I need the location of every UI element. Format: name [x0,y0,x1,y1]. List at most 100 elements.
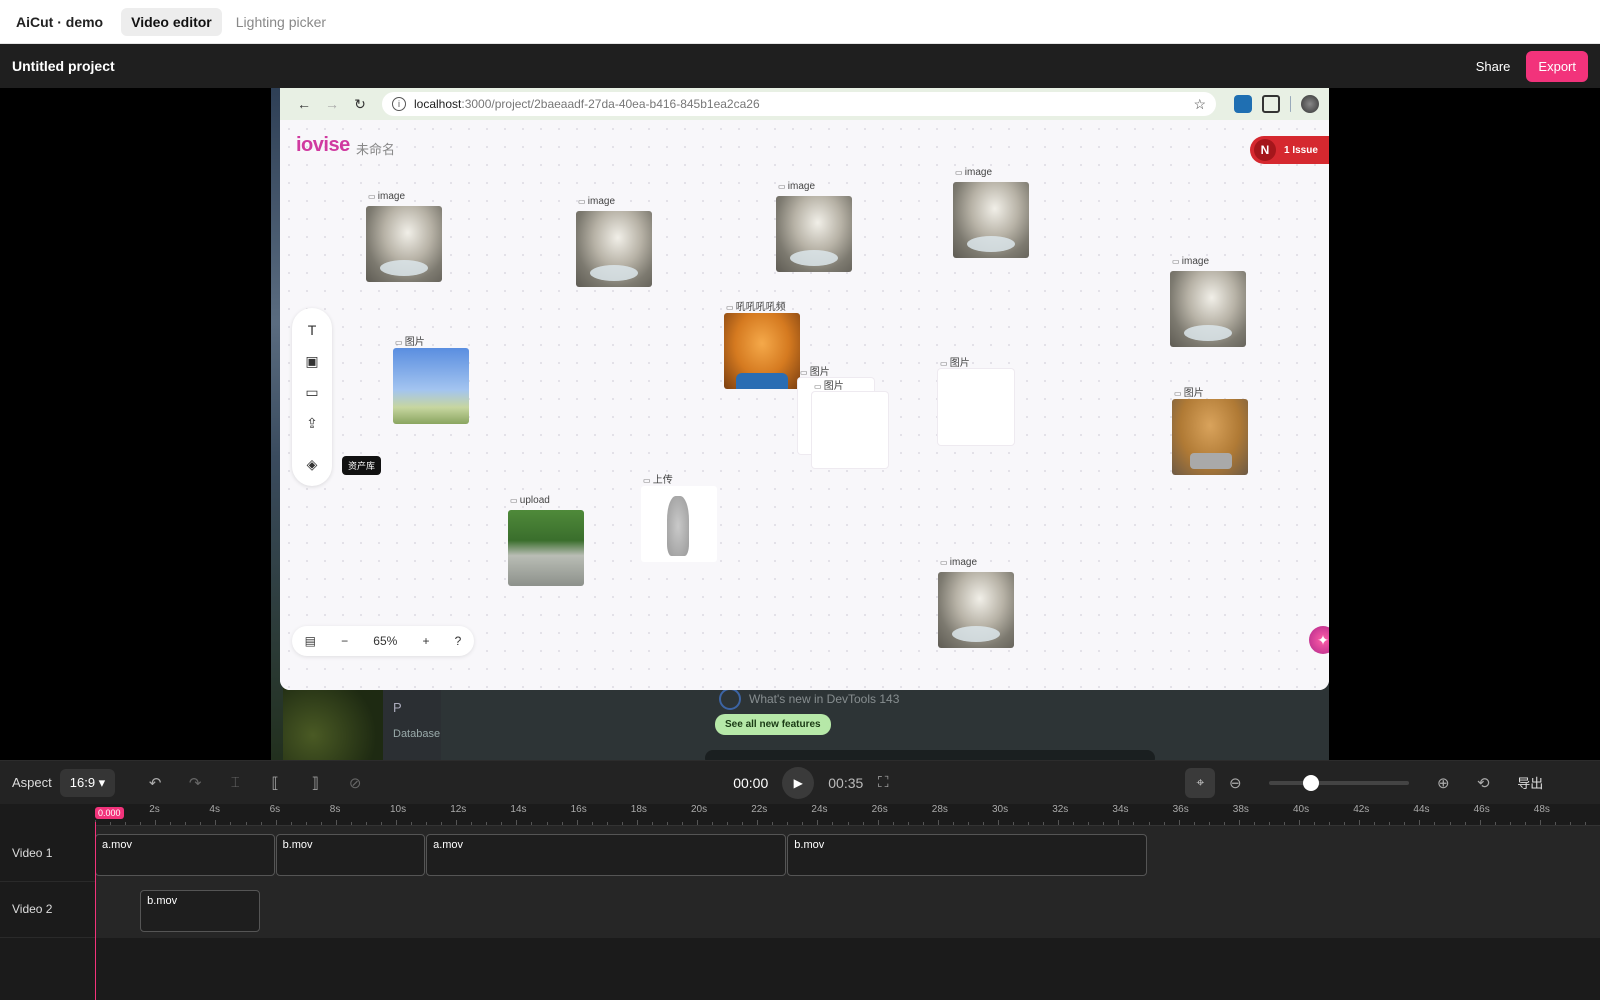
canvas-node[interactable]: image [938,557,1014,648]
canvas-node[interactable]: 上传 [641,475,717,562]
node-thumbnail[interactable] [576,211,652,287]
canvas-node[interactable]: upload [508,495,584,586]
ruler-minor-tick [1163,822,1165,825]
ruler-minor-tick [486,822,488,825]
slider-knob[interactable] [1303,774,1320,791]
time-ruler[interactable]: 2s 4s 6s 8s 10s 12s 14s 16s 18s 20s 22s 24s 26s 28s 30… [95,804,1600,826]
document-name[interactable]: 未命名 [356,139,395,158]
ruler-minor-tick [742,822,744,825]
ruler-minor-tick [456,820,458,825]
site-info-icon[interactable]: i [392,97,406,111]
ruler-minor-tick [787,822,789,825]
project-title[interactable]: Untitled project [12,58,1476,74]
zoom-out-icon[interactable]: ⊖ [1215,774,1255,792]
ruler-minor-tick [727,822,729,825]
canvas-node[interactable]: image [1170,256,1246,347]
text-tool-icon[interactable]: T [302,320,322,340]
bookmark-star-icon[interactable]: ☆ [1193,96,1206,113]
ai-assistant-icon[interactable]: ✦ [1309,626,1329,654]
ruler-minor-tick [471,822,473,825]
playhead-time[interactable]: 0.000 [95,807,124,819]
timeline-clip[interactable]: a.mov [95,834,275,876]
track-lane[interactable] [95,882,1600,938]
canvas-node[interactable]: image [576,196,652,287]
canvas-node[interactable]: 吼吼吼吼频 [724,302,800,389]
image-tool-icon[interactable]: ▣ [302,351,322,371]
board-canvas[interactable]: iovise 未命名 N 1 Issue image image image imag… [280,120,1329,690]
timeline-clip[interactable]: b.mov [275,834,426,876]
node-thumbnail[interactable] [1172,399,1248,475]
canvas-node[interactable]: image [366,191,442,282]
asset-library-tooltip: 资产库 [342,456,382,475]
ruler-minor-tick [350,822,352,825]
share-button[interactable]: Share [1476,59,1511,74]
canvas-node[interactable]: 图片 [812,381,888,468]
canvas-node[interactable]: image [953,167,1029,258]
ruler-tick-label: 30s [992,804,1009,815]
ruler-minor-tick [576,820,578,825]
node-thumbnail[interactable] [953,182,1029,258]
reset-zoom-icon[interactable]: ⟲ [1463,774,1503,792]
extension-react-icon[interactable] [1234,95,1252,113]
node-label: 上传 [643,471,673,486]
export-cn-button[interactable]: 导出 [1517,773,1543,792]
node-thumbnail[interactable] [508,510,584,586]
canvas-node[interactable]: 图片 [1172,388,1248,475]
fullscreen-icon[interactable]: ⛶ [863,774,903,791]
ruler-minor-tick [862,822,864,825]
ruler-minor-tick [290,822,292,825]
zoom-in-button[interactable]: + [422,634,429,648]
node-thumbnail[interactable] [776,196,852,272]
node-thumbnail[interactable] [938,572,1014,648]
undo-icon[interactable]: ↶ [135,774,175,792]
node-thumbnail[interactable] [938,369,1014,445]
bg-forest [283,678,383,760]
export-button[interactable]: Export [1526,50,1588,82]
split-icon[interactable]: ⌶ [215,774,255,791]
tab-lighting-picker[interactable]: Lighting picker [226,8,336,36]
canvas-node[interactable]: 图片 [938,358,1014,445]
profile-avatar[interactable] [1301,95,1319,113]
timeline-clip[interactable]: a.mov [426,834,787,876]
node-thumbnail[interactable] [393,348,469,424]
canvas-node[interactable]: 图片 [393,337,469,424]
extensions-puzzle-icon[interactable] [1262,95,1280,113]
ruler-minor-tick [1193,822,1195,825]
canvas-node[interactable]: image [776,181,852,272]
video-tool-icon[interactable]: ▭ [302,382,322,402]
node-thumbnail[interactable] [1170,271,1246,347]
node-thumbnail[interactable] [366,206,442,282]
ruler-tick-label: 22s [751,804,768,815]
redo-icon[interactable]: ↷ [175,774,215,792]
url-field[interactable]: i localhost :3000/project/2baeaadf-27da-… [382,92,1216,116]
ai-tool-icon[interactable]: ⊘ [335,774,375,792]
node-thumbnail[interactable] [641,486,717,562]
asset-library-icon[interactable]: ◈ [302,454,322,474]
timeline-zoom-slider[interactable] [1269,774,1410,791]
upload-tool-icon[interactable]: ⇪ [302,413,322,433]
tab-video-editor[interactable]: Video editor [121,7,222,36]
bg-devtools-text: What's new in DevTools 143 [749,692,900,706]
trim-start-icon[interactable]: ⟦ [255,774,295,792]
minimap-icon[interactable]: ▤ [305,634,316,648]
playhead[interactable] [95,822,96,1000]
track-label: Video 1 [12,846,53,860]
node-thumbnail[interactable] [812,392,888,468]
issues-badge[interactable]: N 1 Issue [1250,136,1329,164]
forward-arrow-icon[interactable]: → [318,96,346,112]
ruler-minor-tick [185,822,187,825]
app-brand: AiCut · demo [16,13,104,30]
ruler-minor-tick [1569,822,1571,825]
node-thumbnail[interactable] [724,313,800,389]
zoom-in-icon[interactable]: ⊕ [1423,774,1463,792]
aspect-select[interactable]: 16:9 ▾ [59,768,116,797]
zoom-out-button[interactable]: − [341,634,348,648]
play-button[interactable]: ▶ [782,766,815,799]
reload-icon[interactable]: ↻ [346,96,374,113]
timeline-clip[interactable]: b.mov [140,890,260,932]
timeline-clip[interactable]: b.mov [787,834,1148,876]
trim-end-icon[interactable]: ⟧ [295,774,335,792]
snap-magnet-icon[interactable]: ⌖ [1185,767,1216,798]
help-icon[interactable]: ? [455,634,462,648]
back-arrow-icon[interactable]: ← [290,96,318,112]
